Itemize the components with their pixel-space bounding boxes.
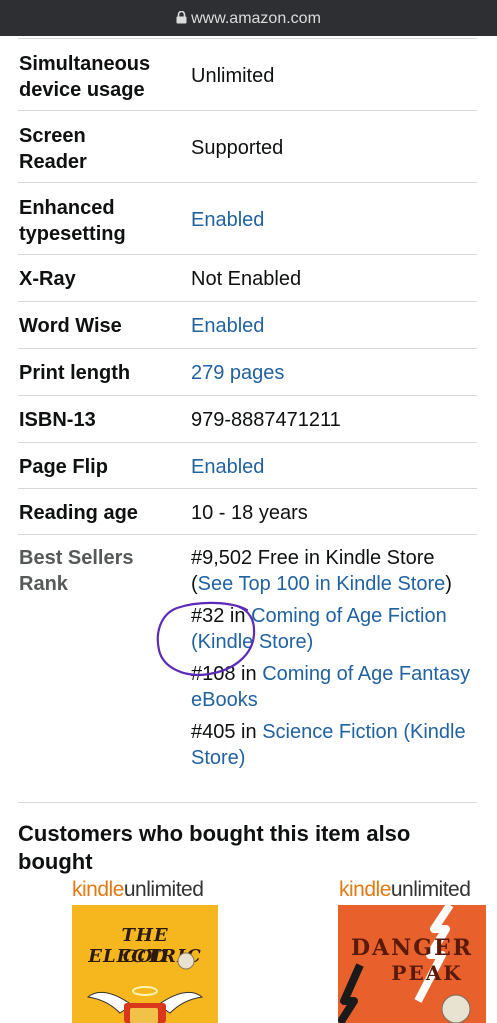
section-divider bbox=[18, 802, 477, 803]
kindle-unlimited-badge: kindleunlimited bbox=[72, 878, 204, 902]
enhanced-typesetting-link[interactable]: Enabled bbox=[191, 207, 264, 233]
rank-text: #108 in bbox=[191, 663, 257, 685]
detail-row-best-sellers-rank: Best Sellers Rank #9,502 Free in Kindle … bbox=[18, 534, 477, 802]
detail-row-screen-reader: Screen Reader Supported bbox=[18, 110, 477, 182]
cover-title-line: DANGER bbox=[350, 935, 474, 961]
paren-open: ( bbox=[191, 573, 198, 595]
paren-close: ) bbox=[445, 573, 452, 595]
word-wise-link[interactable]: Enabled bbox=[191, 313, 264, 339]
detail-label: Print length bbox=[19, 362, 131, 384]
detail-value: 979-8887471211 bbox=[191, 409, 341, 431]
detail-row-isbn-13: ISBN-13 979-8887471211 bbox=[18, 395, 477, 442]
detail-row-x-ray: X-Ray Not Enabled bbox=[18, 254, 477, 301]
detail-row-enhanced-typesetting: Enhanced typesetting Enabled bbox=[18, 182, 477, 254]
detail-label: ISBN-13 bbox=[19, 409, 96, 431]
best-sellers-rank-label: Best Sellers Rank bbox=[19, 547, 134, 595]
also-bought-heading: Customers who bought this item also boug… bbox=[18, 821, 411, 874]
rank-entry: #108 in Coming of Age Fantasy eBooks bbox=[191, 661, 477, 713]
cover-art-wings-tv bbox=[86, 952, 204, 1023]
book-cover-danger-peak[interactable]: DANGER PEAK bbox=[338, 905, 486, 1023]
badge-kindle-text: kindle bbox=[339, 878, 391, 901]
detail-row-word-wise: Word Wise Enabled bbox=[18, 301, 477, 348]
rank-entry: #405 in Science Fiction (Kindle Store) bbox=[191, 719, 477, 771]
badge-unlimited-text: unlimited bbox=[390, 878, 471, 901]
detail-label: Simultaneous device usage bbox=[19, 53, 151, 101]
print-length-link[interactable]: 279 pages bbox=[191, 360, 284, 386]
cover-title-line: PEAK bbox=[391, 961, 463, 985]
rank-text: #9,502 Free in Kindle Store bbox=[191, 547, 435, 569]
detail-label: X-Ray bbox=[19, 268, 76, 290]
best-sellers-rank-values: #9,502 Free in Kindle Store (See Top 100… bbox=[191, 545, 477, 771]
detail-value: Not Enabled bbox=[191, 268, 302, 290]
book-cover-electric-god[interactable]: THE ELECTRIC GOD bbox=[72, 905, 218, 1023]
detail-value: Supported bbox=[191, 137, 284, 159]
detail-label: Screen Reader bbox=[19, 125, 87, 173]
badge-kindle-text: kindle bbox=[72, 878, 124, 901]
rank-text: #32 in bbox=[191, 605, 246, 627]
rank-entry: #32 in Coming of Age Fiction (Kindle Sto… bbox=[191, 603, 477, 655]
badge-unlimited-text: unlimited bbox=[123, 878, 204, 901]
detail-row-reading-age: Reading age 10 - 18 years bbox=[18, 488, 477, 534]
rank-text: #405 in bbox=[191, 721, 257, 743]
detail-label: Enhanced typesetting bbox=[19, 197, 126, 245]
detail-value: 10 - 18 years bbox=[191, 502, 308, 524]
url-text: www.amazon.com bbox=[191, 10, 321, 27]
detail-value: Unlimited bbox=[191, 65, 275, 87]
detail-label: Reading age bbox=[19, 502, 138, 524]
lock-icon bbox=[176, 11, 187, 24]
see-top-100-link[interactable]: See Top 100 in Kindle Store bbox=[198, 573, 446, 595]
browser-address-bar[interactable]: www.amazon.com bbox=[0, 0, 497, 36]
rank-entry: #9,502 Free in Kindle Store (See Top 100… bbox=[191, 545, 477, 597]
page-flip-link[interactable]: Enabled bbox=[191, 454, 264, 480]
kindle-unlimited-badge: kindleunlimited bbox=[339, 878, 471, 902]
url-display[interactable]: www.amazon.com bbox=[0, 10, 497, 28]
detail-label: Word Wise bbox=[19, 315, 122, 337]
detail-row-print-length: Print length 279 pages bbox=[18, 348, 477, 395]
detail-row-page-flip: Page Flip Enabled bbox=[18, 442, 477, 488]
detail-row-simultaneous-device-usage: Simultaneous device usage Unlimited bbox=[18, 38, 477, 110]
detail-label: Page Flip bbox=[19, 456, 108, 478]
